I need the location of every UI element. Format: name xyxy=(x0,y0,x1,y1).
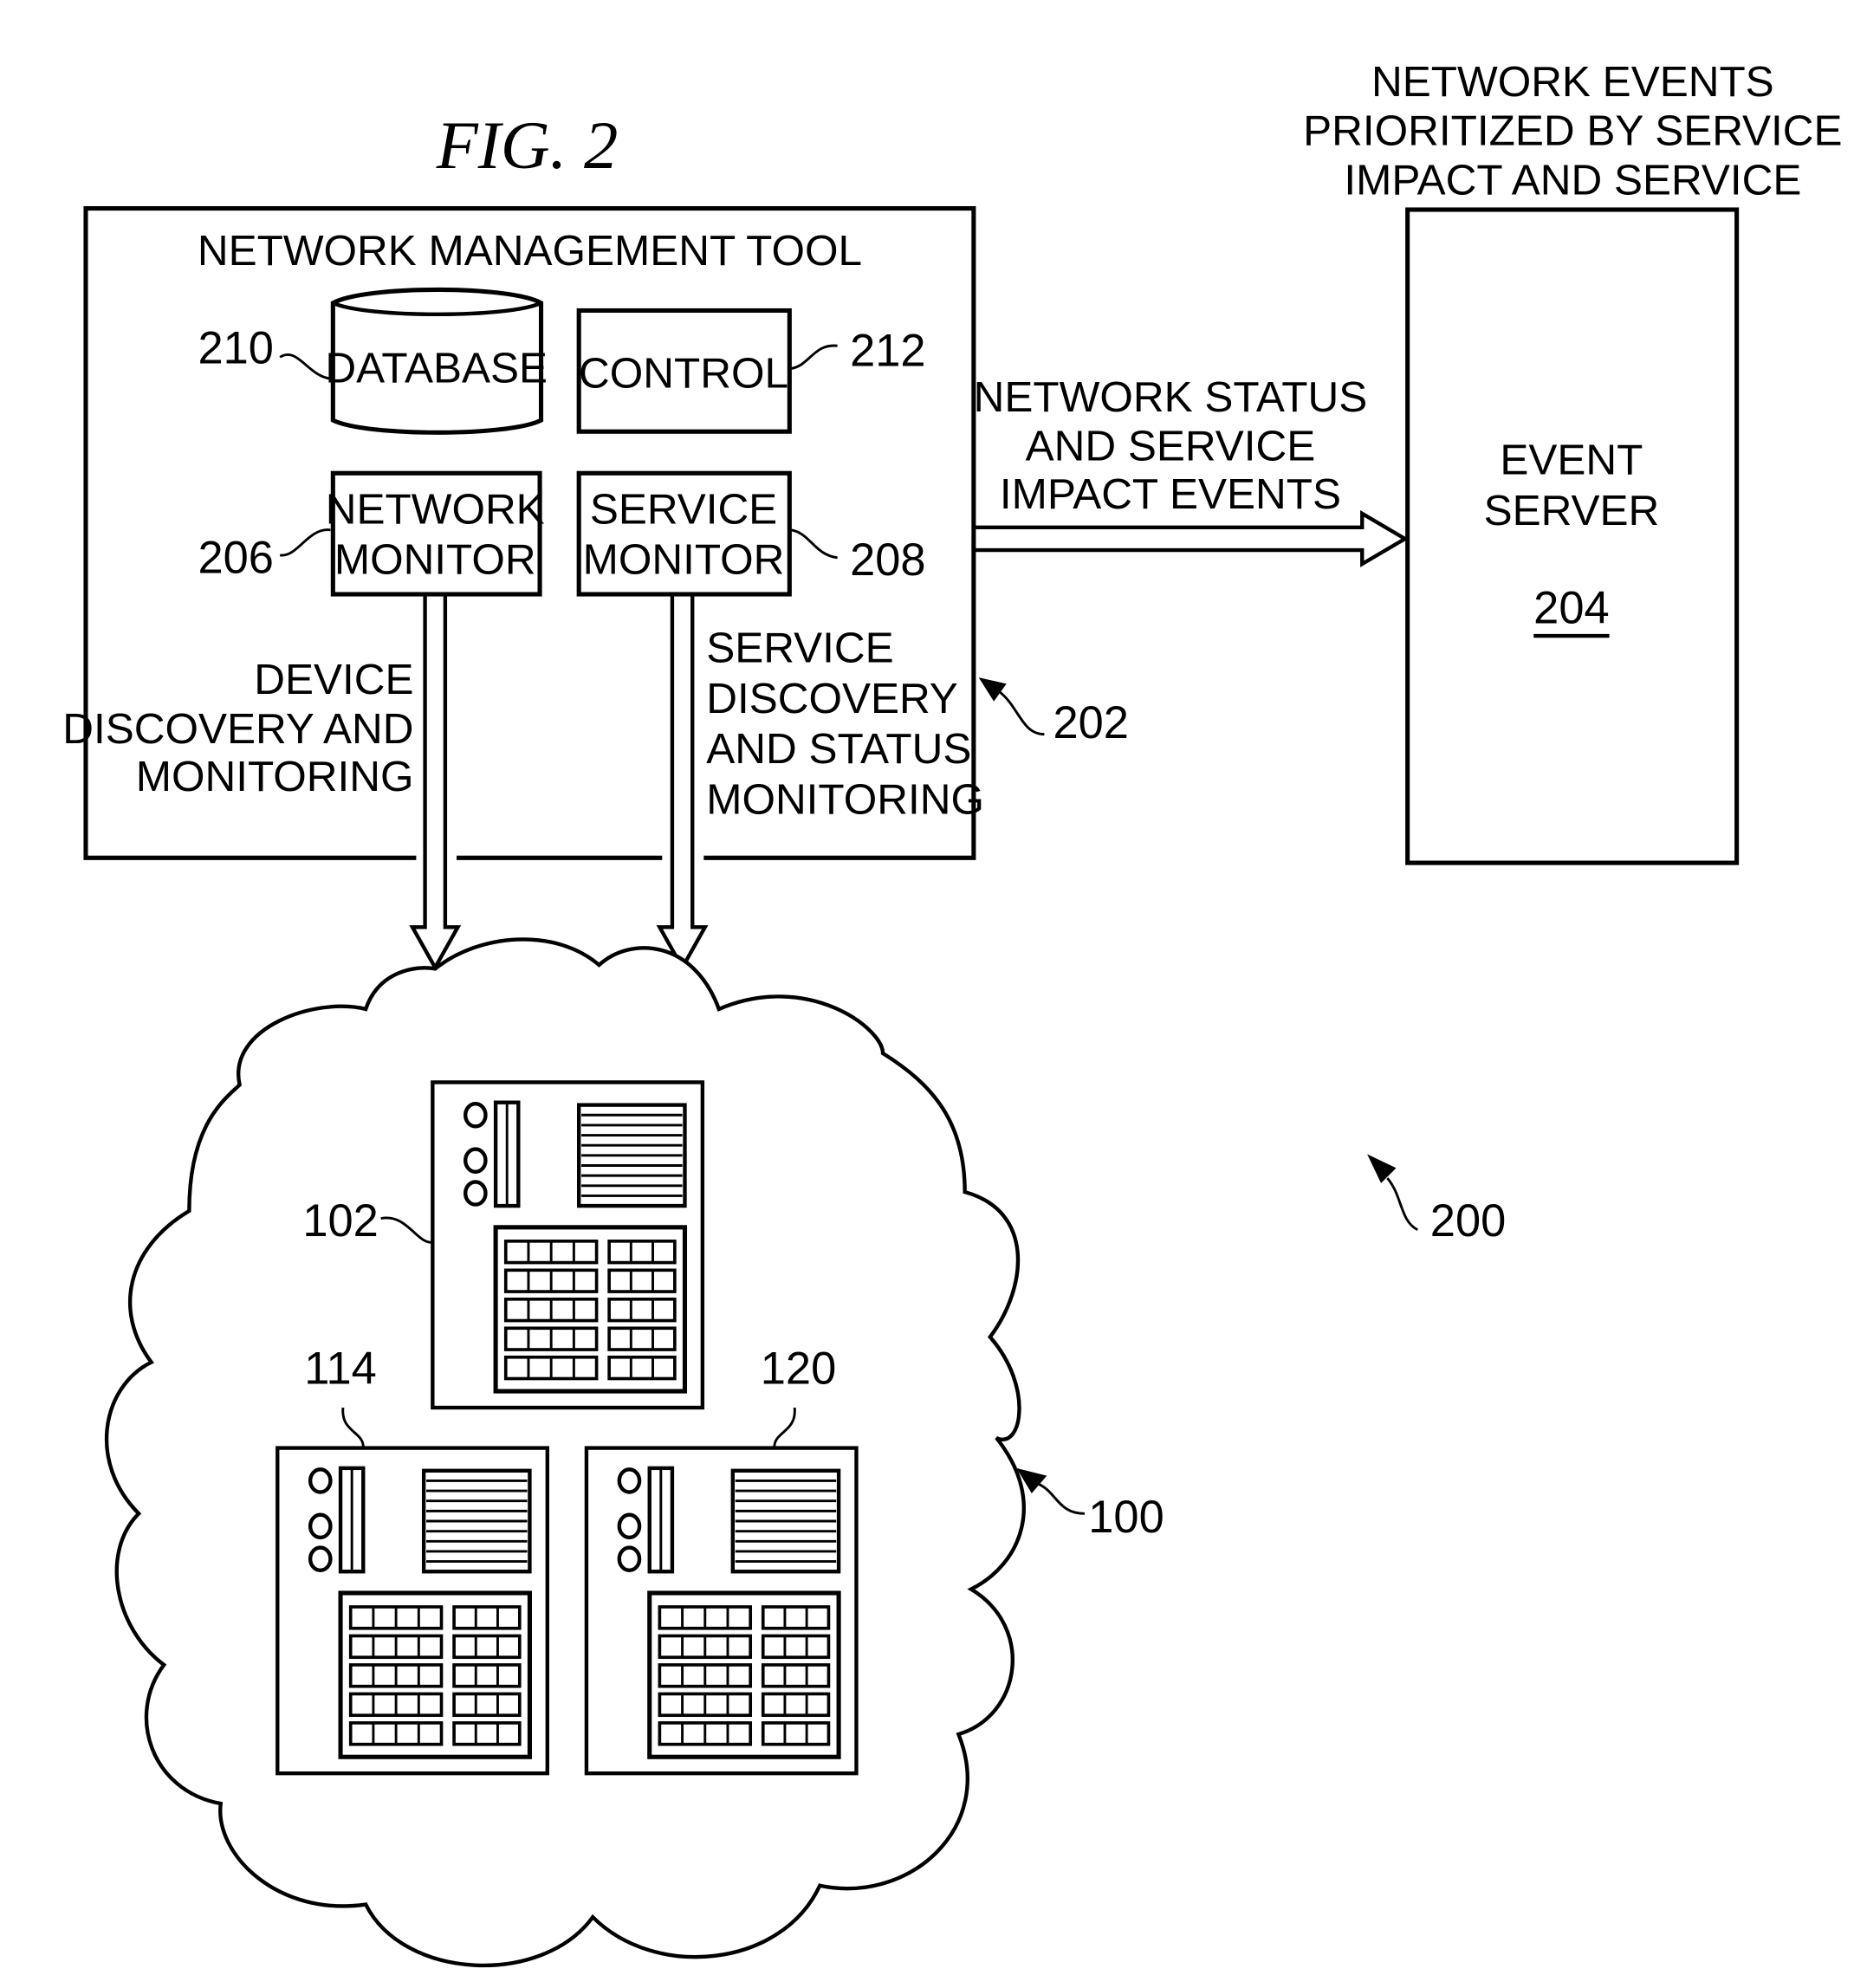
network-management-tool-title: NETWORK MANAGEMENT TOOL xyxy=(198,227,862,275)
device-ref-120: 120 xyxy=(761,1344,836,1394)
port-block xyxy=(607,1355,677,1381)
port-block xyxy=(452,1692,522,1718)
service-discovery-label-1: SERVICE xyxy=(706,625,893,672)
system-ref: 200 xyxy=(1430,1196,1506,1247)
port-block xyxy=(607,1240,677,1265)
event-server-caption-2: PRIORITIZED BY SERVICE xyxy=(1303,107,1842,155)
control-label: CONTROL xyxy=(579,349,788,397)
port-block xyxy=(452,1663,522,1688)
events-label-2: AND SERVICE xyxy=(1026,423,1316,470)
device-ref-114: 114 xyxy=(304,1344,377,1394)
service-discovery-label-3: AND STATUS xyxy=(706,725,971,773)
indicator-light-icon xyxy=(308,1467,333,1494)
database-label: DATABASE xyxy=(325,344,548,392)
network-monitor-label-2: MONITOR xyxy=(334,536,536,584)
events-label-1: NETWORK STATUS xyxy=(974,373,1368,421)
figure-title: FIG. 2 xyxy=(436,108,619,184)
service-monitor-label-1: SERVICE xyxy=(590,485,777,533)
network-monitor-label-1: NETWORK xyxy=(326,485,545,533)
indicator-light-icon xyxy=(308,1512,333,1540)
port-block xyxy=(761,1692,831,1718)
control-leader xyxy=(790,344,838,370)
indicator-light-icon xyxy=(617,1512,642,1540)
system-ref-arrow xyxy=(1367,1154,1419,1232)
indicator-light-icon xyxy=(464,1101,488,1129)
events-label-3: IMPACT EVENTS xyxy=(1000,470,1341,518)
network-device-120 xyxy=(584,1446,859,1776)
tool-ref-arrow xyxy=(978,677,1045,736)
device-discovery-label-3: MONITORING xyxy=(136,753,414,800)
network-device-102 xyxy=(431,1080,705,1410)
event-server-label-1: EVENT xyxy=(1500,437,1643,484)
figure-canvas: FIG. 2 NETWORK MANAGEMENT TOOL DATABASE … xyxy=(62,58,1843,1968)
network-monitor-ref: 206 xyxy=(198,533,274,583)
indicator-light-icon xyxy=(617,1545,642,1572)
event-server-label-2: SERVER xyxy=(1484,487,1660,534)
tool-ref: 202 xyxy=(1053,698,1129,748)
port-block xyxy=(607,1268,677,1293)
indicator-light-icon xyxy=(617,1467,642,1494)
indicator-light-icon xyxy=(464,1147,488,1174)
events-arrow xyxy=(973,510,1410,567)
event-server-box xyxy=(1405,207,1740,865)
event-server-ref: 204 xyxy=(1533,583,1609,633)
network-device-114 xyxy=(276,1446,549,1776)
indicator-light-icon xyxy=(464,1180,488,1207)
device-discovery-label-2: DISCOVERY AND xyxy=(62,705,413,753)
control-ref: 212 xyxy=(850,327,925,377)
database-leader xyxy=(279,353,331,380)
event-server-caption-1: NETWORK EVENTS xyxy=(1371,58,1774,106)
service-monitor-leader xyxy=(790,528,838,560)
port-block xyxy=(452,1721,522,1746)
service-discovery-label-2: DISCOVERY xyxy=(706,675,958,722)
indicator-light-icon xyxy=(308,1545,333,1572)
port-block xyxy=(761,1663,831,1688)
port-block xyxy=(761,1721,831,1746)
port-block xyxy=(607,1326,677,1351)
service-monitor-ref: 208 xyxy=(850,535,925,586)
database-ref: 210 xyxy=(198,324,274,374)
port-block xyxy=(452,1634,522,1660)
network-monitor-leader xyxy=(279,528,331,557)
event-server-caption-3: IMPACT AND SERVICE xyxy=(1344,157,1801,204)
network-ref: 100 xyxy=(1088,1493,1164,1543)
port-block xyxy=(607,1297,677,1323)
device-discovery-arrow xyxy=(409,595,462,972)
service-discovery-label-4: MONITORING xyxy=(706,775,984,823)
device-discovery-label-1: DEVICE xyxy=(254,656,413,703)
port-block xyxy=(761,1634,831,1660)
service-discovery-arrow xyxy=(656,595,709,972)
port-block xyxy=(761,1605,831,1630)
port-block xyxy=(452,1605,522,1630)
service-monitor-label-2: MONITOR xyxy=(583,536,785,584)
network-ref-arrow xyxy=(1016,1467,1086,1515)
device-ref-102: 102 xyxy=(302,1196,378,1247)
